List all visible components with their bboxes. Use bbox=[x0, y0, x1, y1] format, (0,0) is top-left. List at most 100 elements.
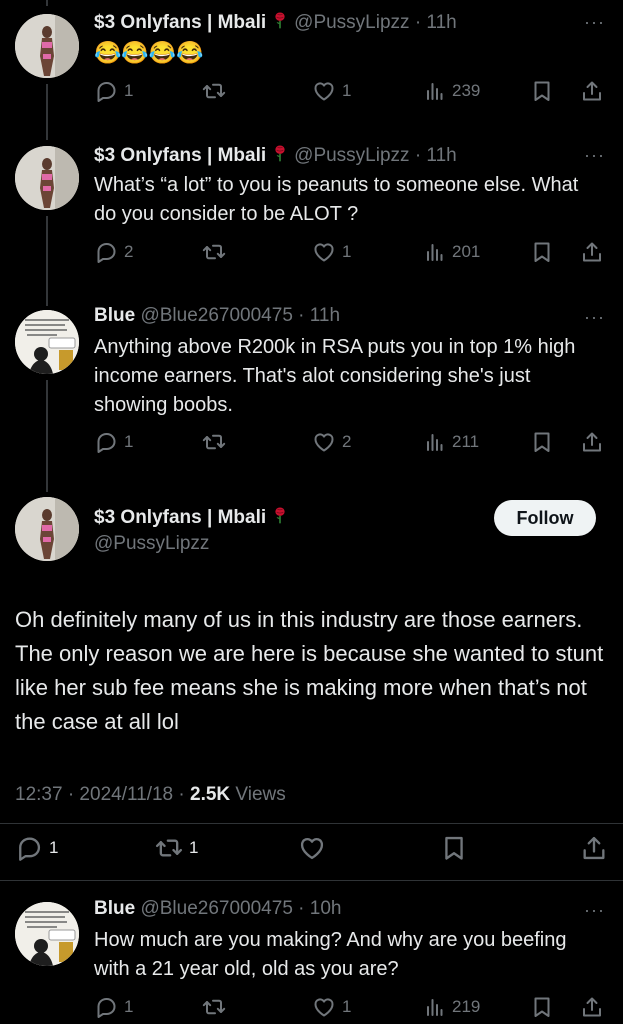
views-button[interactable]: 201 bbox=[422, 240, 480, 264]
handle[interactable]: @Blue267000475 bbox=[140, 305, 292, 326]
bookmark-button[interactable] bbox=[530, 240, 554, 264]
avatar[interactable] bbox=[15, 902, 79, 966]
main-tweet-text: Oh definitely many of us in this industr… bbox=[15, 607, 604, 734]
like-count: 1 bbox=[342, 242, 352, 261]
retweet-icon bbox=[155, 834, 183, 862]
display-name[interactable]: $3 Onlyfans | Mbali bbox=[94, 507, 266, 528]
retweet-count: 1 bbox=[189, 838, 199, 857]
rose-emoji bbox=[270, 505, 290, 531]
timestamp[interactable]: · 10h bbox=[298, 898, 341, 919]
bookmark-button[interactable] bbox=[530, 79, 554, 103]
views-count: 2.5K bbox=[190, 784, 231, 805]
timestamp[interactable]: · 11h bbox=[415, 145, 457, 166]
views-button[interactable]: 219 bbox=[422, 995, 480, 1019]
tweet-header: $3 Onlyfans | Mbali @PussyLipzz · 11h bbox=[94, 10, 457, 36]
main-action-bar: 1 1 bbox=[15, 834, 610, 862]
bookmark-button[interactable] bbox=[530, 430, 554, 454]
retweet-button[interactable] bbox=[202, 240, 232, 264]
timestamp[interactable]: · 11h bbox=[298, 305, 340, 326]
like-button[interactable]: 1 bbox=[312, 79, 351, 103]
share-button[interactable] bbox=[580, 995, 604, 1019]
views-label: Views bbox=[235, 784, 286, 805]
tweet-text: How much are you making? And why are you… bbox=[94, 929, 567, 980]
views-count: 211 bbox=[452, 432, 480, 451]
reply-count: 1 bbox=[124, 432, 134, 451]
views-button[interactable]: 211 bbox=[422, 430, 479, 454]
views-button[interactable]: 239 bbox=[422, 79, 480, 103]
more-icon[interactable]: ··· bbox=[584, 12, 605, 33]
divider bbox=[0, 823, 623, 824]
retweet-button[interactable] bbox=[202, 995, 232, 1019]
avatar[interactable] bbox=[15, 14, 79, 78]
display-name[interactable]: $3 Onlyfans | Mbali bbox=[94, 12, 266, 33]
share-button[interactable] bbox=[580, 240, 604, 264]
more-icon[interactable]: ··· bbox=[584, 145, 605, 166]
views-icon bbox=[422, 430, 446, 454]
retweet-icon bbox=[202, 79, 226, 103]
like-count: 1 bbox=[342, 997, 352, 1016]
more-icon[interactable]: ··· bbox=[584, 900, 605, 921]
reply-count: 1 bbox=[124, 997, 134, 1016]
like-icon bbox=[312, 240, 336, 264]
display-name[interactable]: Blue bbox=[94, 305, 135, 326]
bookmark-button[interactable] bbox=[530, 995, 554, 1019]
views-count: 239 bbox=[452, 81, 481, 100]
share-button[interactable] bbox=[580, 834, 608, 862]
handle[interactable]: @PussyLipzz bbox=[294, 12, 409, 33]
rose-emoji bbox=[270, 10, 290, 36]
share-icon bbox=[580, 240, 604, 264]
reply-button[interactable]: 1 bbox=[94, 79, 133, 103]
bookmark-button[interactable] bbox=[440, 834, 468, 862]
avatar[interactable] bbox=[15, 146, 79, 210]
like-button[interactable]: 2 bbox=[312, 430, 351, 454]
tweet-header: $3 Onlyfans | Mbali @PussyLipzz · 11h bbox=[94, 143, 457, 169]
bookmark-icon bbox=[440, 834, 468, 862]
reply-button[interactable]: 1 bbox=[15, 834, 58, 862]
retweet-icon bbox=[202, 240, 226, 264]
share-icon bbox=[580, 79, 604, 103]
divider bbox=[0, 880, 623, 881]
share-icon bbox=[580, 995, 604, 1019]
thread-line bbox=[46, 216, 48, 306]
tweet-header: Blue @Blue267000475 · 10h bbox=[94, 898, 341, 920]
reply-button[interactable]: 1 bbox=[94, 430, 133, 454]
retweet-button[interactable] bbox=[202, 430, 232, 454]
like-button[interactable]: 1 bbox=[312, 240, 351, 264]
share-icon bbox=[580, 430, 604, 454]
reply-button[interactable]: 1 bbox=[94, 995, 133, 1019]
reply-count: 2 bbox=[124, 242, 134, 261]
retweet-button[interactable] bbox=[202, 79, 232, 103]
reply-icon bbox=[94, 79, 118, 103]
action-bar: 1 2 211 bbox=[94, 430, 606, 456]
retweet-button[interactable]: 1 bbox=[155, 834, 198, 862]
avatar[interactable] bbox=[15, 310, 79, 374]
handle[interactable]: @PussyLipzz bbox=[294, 145, 409, 166]
like-icon bbox=[312, 430, 336, 454]
thread-line bbox=[46, 380, 48, 492]
display-name[interactable]: Blue bbox=[94, 898, 135, 919]
handle[interactable]: @Blue267000475 bbox=[140, 898, 292, 919]
more-icon[interactable]: ··· bbox=[584, 307, 605, 328]
bookmark-icon bbox=[530, 995, 554, 1019]
like-button[interactable]: 1 bbox=[312, 995, 351, 1019]
tweet-meta: 12:37 · 2024/11/18 · 2.5K Views bbox=[15, 784, 286, 806]
display-name[interactable]: $3 Onlyfans | Mbali bbox=[94, 145, 266, 166]
views-icon bbox=[422, 240, 446, 264]
bookmark-icon bbox=[530, 430, 554, 454]
timestamp[interactable]: · 11h bbox=[415, 12, 457, 33]
avatar[interactable] bbox=[15, 497, 79, 561]
reply-icon bbox=[94, 430, 118, 454]
tweet-header: Blue @Blue267000475 · 11h bbox=[94, 305, 340, 327]
share-button[interactable] bbox=[580, 79, 604, 103]
like-icon bbox=[298, 834, 326, 862]
share-button[interactable] bbox=[580, 430, 604, 454]
post-time[interactable]: 12:37 · 2024/11/18 · bbox=[15, 784, 190, 805]
like-button[interactable] bbox=[298, 834, 326, 862]
reply-button[interactable]: 2 bbox=[94, 240, 133, 264]
action-bar: 1 1 219 bbox=[94, 995, 606, 1021]
views-count: 201 bbox=[452, 242, 481, 261]
reply-count: 1 bbox=[49, 838, 59, 857]
handle[interactable]: @PussyLipzz bbox=[94, 533, 209, 555]
follow-button[interactable]: Follow bbox=[494, 500, 596, 536]
reply-icon bbox=[15, 834, 43, 862]
